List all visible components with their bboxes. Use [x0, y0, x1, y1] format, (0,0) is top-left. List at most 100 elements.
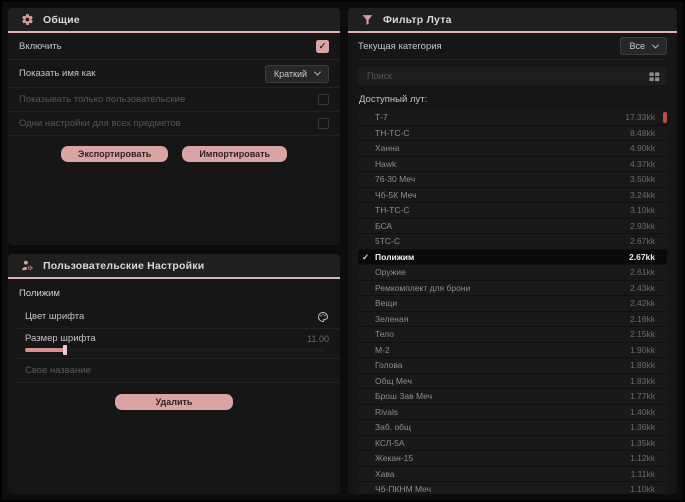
- enable-label: Включить: [19, 40, 62, 52]
- loot-item-value: 2.61kk: [629, 267, 655, 278]
- font-color-label: Цвет шрифта: [25, 311, 85, 322]
- loot-row[interactable]: Зеленая 2.16kk: [358, 311, 667, 327]
- display-name-select[interactable]: Краткий: [264, 64, 329, 83]
- loot-item-value: 1.90kk: [629, 344, 655, 355]
- loot-row[interactable]: Т-7 17.33kk: [358, 110, 667, 126]
- panel-loot-filter-body: Текущая категория Все Поиск Доступный лу…: [348, 33, 677, 494]
- loot-item-value: 1.36kk: [629, 422, 655, 433]
- loot-item-name: Жекан-15: [375, 453, 414, 464]
- user-settings-icon: [21, 259, 34, 272]
- enable-row: Включить ✓: [8, 33, 340, 60]
- font-color-row: Цвет шрифта: [14, 305, 340, 329]
- panel-general-header: Общие: [8, 8, 340, 33]
- loot-row[interactable]: БСА 2.93kk: [358, 218, 667, 234]
- chevron-down-icon: [313, 68, 322, 76]
- loot-item-value: 2.15kk: [629, 329, 655, 340]
- font-size-slider[interactable]: [25, 345, 325, 355]
- same-settings-checkbox[interactable]: [318, 118, 329, 129]
- panel-general-body: Включить ✓ Показать имя как Краткий Пока…: [8, 33, 340, 245]
- loot-item-name: Rivals: [375, 406, 399, 417]
- loot-item-value: 1.83kk: [629, 375, 655, 386]
- loot-row[interactable]: Ремкомплект для брони 2.43kk: [358, 280, 667, 296]
- custom-name-input[interactable]: [25, 365, 329, 376]
- loot-row[interactable]: Оружие 2.61kk: [358, 265, 667, 281]
- loot-item-value: 17.33kk: [625, 112, 655, 123]
- loot-item-name: Ремкомплект для брони: [375, 282, 471, 293]
- loot-row[interactable]: Rivals 1.40kk: [358, 404, 667, 420]
- loot-item-name: Общ Меч: [375, 375, 412, 386]
- loot-row[interactable]: Чб-ПКНМ Меч 1.10kk: [358, 482, 667, 494]
- delete-button[interactable]: Удалить: [115, 394, 233, 410]
- search-input[interactable]: [365, 70, 643, 82]
- loot-row[interactable]: Hawk 4.37kk: [358, 156, 667, 172]
- loot-row[interactable]: 76-30 Меч 3.50kk: [358, 172, 667, 188]
- display-name-label: Показать имя как: [19, 68, 96, 79]
- custom-name-row: [14, 359, 340, 383]
- loot-row[interactable]: Голова 1.89kk: [358, 358, 667, 374]
- display-name-value: Краткий: [273, 68, 307, 79]
- loot-item-value: 4.37kk: [629, 158, 655, 169]
- font-size-value: 11.00: [307, 333, 329, 344]
- gear-icon: [21, 13, 34, 26]
- loot-item-name: БСА: [375, 220, 393, 231]
- slider-handle[interactable]: [63, 345, 67, 355]
- palette-icon[interactable]: [317, 311, 329, 323]
- panel-general: Общие Включить ✓ Показать имя как Кратки…: [8, 8, 340, 245]
- loot-item-name: Чб-ПКНМ Меч: [375, 484, 432, 494]
- loot-row[interactable]: Общ Меч 1.83kk: [358, 373, 667, 389]
- loot-row[interactable]: КСЛ-5А 1.35kk: [358, 435, 667, 451]
- same-settings-label: Одни настройки для всех предметов: [19, 118, 181, 129]
- loot-row[interactable]: Жекан-15 1.12kk: [358, 451, 667, 467]
- loot-item-value: 3.50kk: [629, 174, 655, 185]
- panel-title: Фильтр Лута: [383, 13, 452, 26]
- loot-item-value: 1.12kk: [629, 453, 655, 464]
- loot-row[interactable]: Брош Зав Меч 1.77kk: [358, 389, 667, 405]
- category-value: Все: [629, 41, 645, 51]
- loot-item-name: Полижим: [375, 251, 415, 262]
- panel-title: Пользовательские Настройки: [43, 259, 205, 272]
- loot-item-name: Вещи: [375, 298, 398, 309]
- loot-item-value: 2.67kk: [629, 251, 655, 262]
- loot-item-value: 2.42kk: [629, 298, 655, 309]
- loot-item-name: Заб. общ: [375, 422, 412, 433]
- only-custom-checkbox[interactable]: [318, 94, 329, 105]
- font-size-row: Размер шрифта 11.00: [14, 329, 340, 359]
- loot-item-name: Чб-5К Меч: [375, 189, 417, 200]
- import-button[interactable]: Импортировать: [182, 146, 288, 162]
- loot-row[interactable]: Хава 1.11kk: [358, 466, 667, 482]
- enable-checkbox[interactable]: ✓: [316, 39, 329, 53]
- export-button[interactable]: Экспортировать: [60, 146, 169, 162]
- category-select[interactable]: Все: [620, 37, 667, 55]
- loot-item-value: 2.43kk: [629, 282, 655, 293]
- selected-check-icon: ✓: [362, 251, 370, 262]
- panel-title: Общие: [43, 13, 80, 26]
- loot-item-value: 1.35kk: [629, 437, 655, 448]
- loot-row[interactable]: ✓ Полижим 2.67kk: [358, 249, 667, 265]
- loot-item-value: 1.10kk: [629, 484, 655, 494]
- loot-item-name: Хава: [375, 468, 395, 479]
- panel-loot-filter: Фильтр Лута Текущая категория Все Поиск …: [348, 8, 677, 494]
- loot-row[interactable]: М-2 1.90kk: [358, 342, 667, 358]
- loot-row[interactable]: Тело 2.15kk: [358, 327, 667, 343]
- category-label: Текущая категория: [358, 40, 442, 52]
- list-scrollbar-thumb[interactable]: [663, 112, 667, 123]
- loot-row[interactable]: Чб-5К Меч 3.24kk: [358, 187, 667, 203]
- loot-row[interactable]: Ханна 4.90kk: [358, 141, 667, 157]
- loot-item-name: ТН-ТС-С: [375, 127, 410, 138]
- loot-item-name: Оружие: [375, 267, 406, 278]
- loot-row[interactable]: ТН-ТС-С 8.48kk: [358, 125, 667, 141]
- loot-row[interactable]: ТН-ТС-С 3.10kk: [358, 203, 667, 219]
- loot-item-value: 3.24kk: [629, 189, 655, 200]
- grid-view-icon[interactable]: [649, 71, 660, 82]
- loot-row[interactable]: Вещи 2.42kk: [358, 296, 667, 312]
- funnel-icon: [361, 13, 374, 26]
- loot-item-value: 1.89kk: [629, 360, 655, 371]
- category-row: Текущая категория Все: [358, 33, 667, 60]
- loot-row[interactable]: 5ТС-С 2.67kk: [358, 234, 667, 250]
- loot-item-name: 5ТС-С: [375, 236, 401, 247]
- panel-user-settings-body: Полижим Цвет шрифта Размер шрифта 11.00: [8, 279, 340, 494]
- delete-row: Удалить: [8, 383, 340, 421]
- loot-item-name: Hawk: [375, 158, 397, 169]
- only-custom-row: Показывать только пользовательские: [8, 88, 340, 112]
- loot-row[interactable]: Заб. общ 1.36kk: [358, 420, 667, 436]
